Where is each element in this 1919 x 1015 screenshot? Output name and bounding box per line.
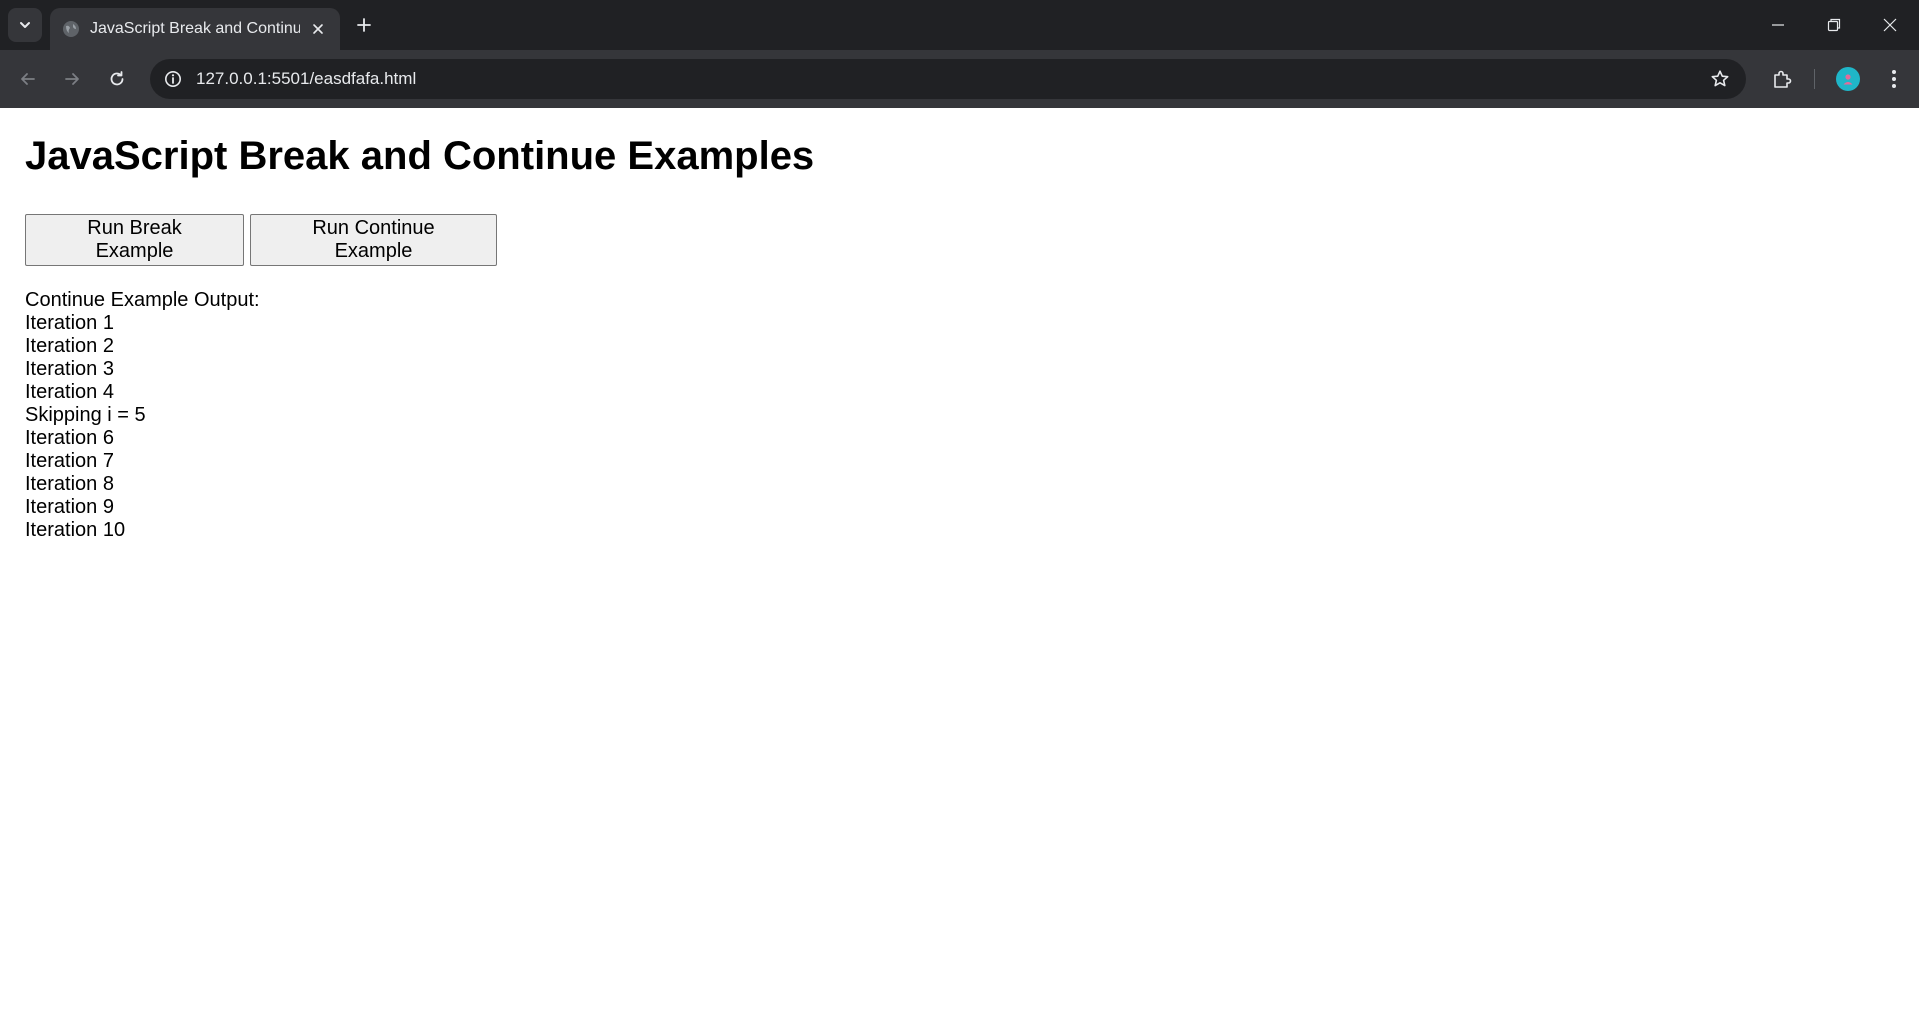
site-info-button[interactable] xyxy=(162,68,184,90)
close-icon xyxy=(313,24,323,34)
arrow-right-icon xyxy=(65,73,79,85)
toolbar: 127.0.0.1:5501/easdfafa.html xyxy=(0,50,1919,108)
browser-window: JavaScript Break and Continue 127.0.0.1:… xyxy=(0,0,1919,1015)
run-break-button[interactable]: Run Break Example xyxy=(25,214,244,266)
output-line: Skipping i = 5 xyxy=(25,404,146,426)
bookmark-button[interactable] xyxy=(1708,67,1732,91)
url-text[interactable]: 127.0.0.1:5501/easdfafa.html xyxy=(196,59,416,99)
tab-strip: JavaScript Break and Continue xyxy=(0,0,1919,50)
restore-icon xyxy=(1827,18,1841,32)
menu-button[interactable] xyxy=(1878,63,1910,95)
output-line: Iteration 1 xyxy=(25,312,114,334)
close-icon xyxy=(1883,18,1897,32)
close-window-button[interactable] xyxy=(1862,0,1918,50)
output-line: Iteration 6 xyxy=(25,427,114,449)
avatar xyxy=(1836,67,1860,91)
tab-title: JavaScript Break and Continue xyxy=(90,20,300,37)
extensions-button[interactable] xyxy=(1766,63,1798,95)
output-line: Iteration 7 xyxy=(25,450,114,472)
run-continue-button[interactable]: Run Continue Example xyxy=(250,214,497,266)
output-panel: Continue Example Output: Iteration 1 Ite… xyxy=(25,289,260,542)
minimize-button[interactable] xyxy=(1750,0,1806,50)
output-line: Iteration 2 xyxy=(25,335,114,357)
output-line: Iteration 9 xyxy=(25,496,114,518)
more-vert-icon xyxy=(1892,70,1896,88)
globe-icon xyxy=(63,21,79,37)
reload-icon xyxy=(110,71,124,86)
back-button[interactable] xyxy=(12,63,44,95)
new-tab-button[interactable] xyxy=(350,11,378,39)
output-header: Continue Example Output: xyxy=(25,289,260,311)
puzzle-icon xyxy=(1774,70,1792,88)
star-icon xyxy=(1711,70,1729,87)
address-bar[interactable]: 127.0.0.1:5501/easdfafa.html xyxy=(150,59,1746,99)
tab-close-button[interactable] xyxy=(308,19,328,39)
profile-button[interactable] xyxy=(1832,63,1864,95)
page-content: JavaScript Break and Continue Examples R… xyxy=(0,108,1919,1015)
toolbar-divider xyxy=(1814,69,1815,89)
tab-active[interactable]: JavaScript Break and Continue xyxy=(50,8,340,50)
reload-button[interactable] xyxy=(101,63,133,95)
profile-icon xyxy=(1843,74,1853,85)
page-title: JavaScript Break and Continue Examples xyxy=(25,134,815,178)
arrow-left-icon xyxy=(21,73,35,85)
output-line: Iteration 3 xyxy=(25,358,114,380)
output-line: Iteration 4 xyxy=(25,381,114,403)
restore-button[interactable] xyxy=(1806,0,1862,50)
forward-button[interactable] xyxy=(56,63,88,95)
chevron-down-icon xyxy=(20,22,30,28)
output-line: Iteration 10 xyxy=(25,519,126,541)
plus-icon xyxy=(357,18,371,32)
minimize-icon xyxy=(1772,24,1784,26)
info-icon xyxy=(165,71,181,87)
tab-search-button[interactable] xyxy=(8,8,42,42)
output-line: Iteration 8 xyxy=(25,473,114,495)
